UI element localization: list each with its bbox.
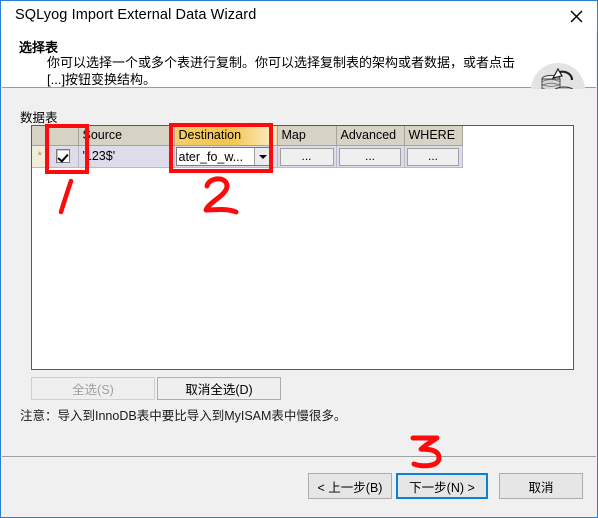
back-button[interactable]: < 上一步(B) — [308, 473, 392, 499]
wizard-body: 数据表 Source Destination Map Advanced WHER… — [2, 89, 596, 456]
row-checkbox-cell[interactable] — [48, 145, 79, 168]
row-map-cell[interactable]: ... — [277, 145, 337, 168]
row-source-value: '123$' — [78, 145, 175, 168]
window-title: SQLyog Import External Data Wizard — [15, 7, 257, 23]
wizard-footer: < 上一步(B) 下一步(N) > 取消 — [2, 456, 596, 517]
grid-header-map[interactable]: Map — [277, 126, 337, 146]
grid-header-check — [48, 126, 79, 146]
next-button[interactable]: 下一步(N) > — [396, 473, 488, 499]
select-all-button[interactable]: 全选(S) — [31, 377, 155, 400]
destination-dropdown[interactable]: ater_fo_w... — [175, 147, 272, 166]
row-marker: * — [32, 145, 49, 168]
close-icon — [570, 10, 583, 23]
note-text: 注意：导入到InnoDB表中要比导入到MyISAM表中慢很多。 — [20, 409, 347, 423]
page-description: 你可以选择一个或多个表进行复制。你可以选择复制表的架构或者数据，或者点击[...… — [47, 55, 516, 87]
table-row[interactable]: * '123$' ater_fo_w... ... ... ... — [32, 145, 463, 168]
row-checkbox[interactable] — [56, 149, 70, 164]
chevron-down-icon[interactable] — [253, 148, 271, 165]
map-ellipsis-button[interactable]: ... — [279, 147, 334, 166]
advanced-ellipsis-button[interactable]: ... — [339, 147, 401, 166]
row-destination-cell[interactable]: ater_fo_w... — [174, 145, 278, 168]
grid-header-source[interactable]: Source — [78, 126, 175, 146]
destination-value: ater_fo_w... — [178, 149, 244, 164]
cancel-button[interactable]: 取消 — [499, 473, 583, 499]
grid-header-marker — [32, 126, 49, 146]
datatable-label: 数据表 — [20, 111, 58, 125]
tables-grid-panel[interactable]: Source Destination Map Advanced WHERE * … — [31, 125, 574, 370]
row-where-cell[interactable]: ... — [404, 145, 463, 168]
title-bar: SQLyog Import External Data Wizard — [1, 0, 597, 31]
import-wizard-window: SQLyog Import External Data Wizard 选择表 你… — [0, 0, 598, 518]
grid-header-row: Source Destination Map Advanced WHERE — [32, 126, 463, 146]
wizard-header: 选择表 你可以选择一个或多个表进行复制。你可以选择复制表的架构或者数据，或者点击… — [2, 31, 596, 117]
close-button[interactable] — [553, 1, 597, 31]
row-advanced-cell[interactable]: ... — [336, 145, 405, 168]
grid-header-advanced[interactable]: Advanced — [336, 126, 405, 146]
grid-header-destination[interactable]: Destination — [174, 126, 278, 146]
where-ellipsis-button[interactable]: ... — [407, 147, 459, 166]
tables-grid: Source Destination Map Advanced WHERE * … — [32, 126, 463, 168]
deselect-all-button[interactable]: 取消全选(D) — [157, 377, 281, 400]
grid-header-where[interactable]: WHERE — [404, 126, 463, 146]
